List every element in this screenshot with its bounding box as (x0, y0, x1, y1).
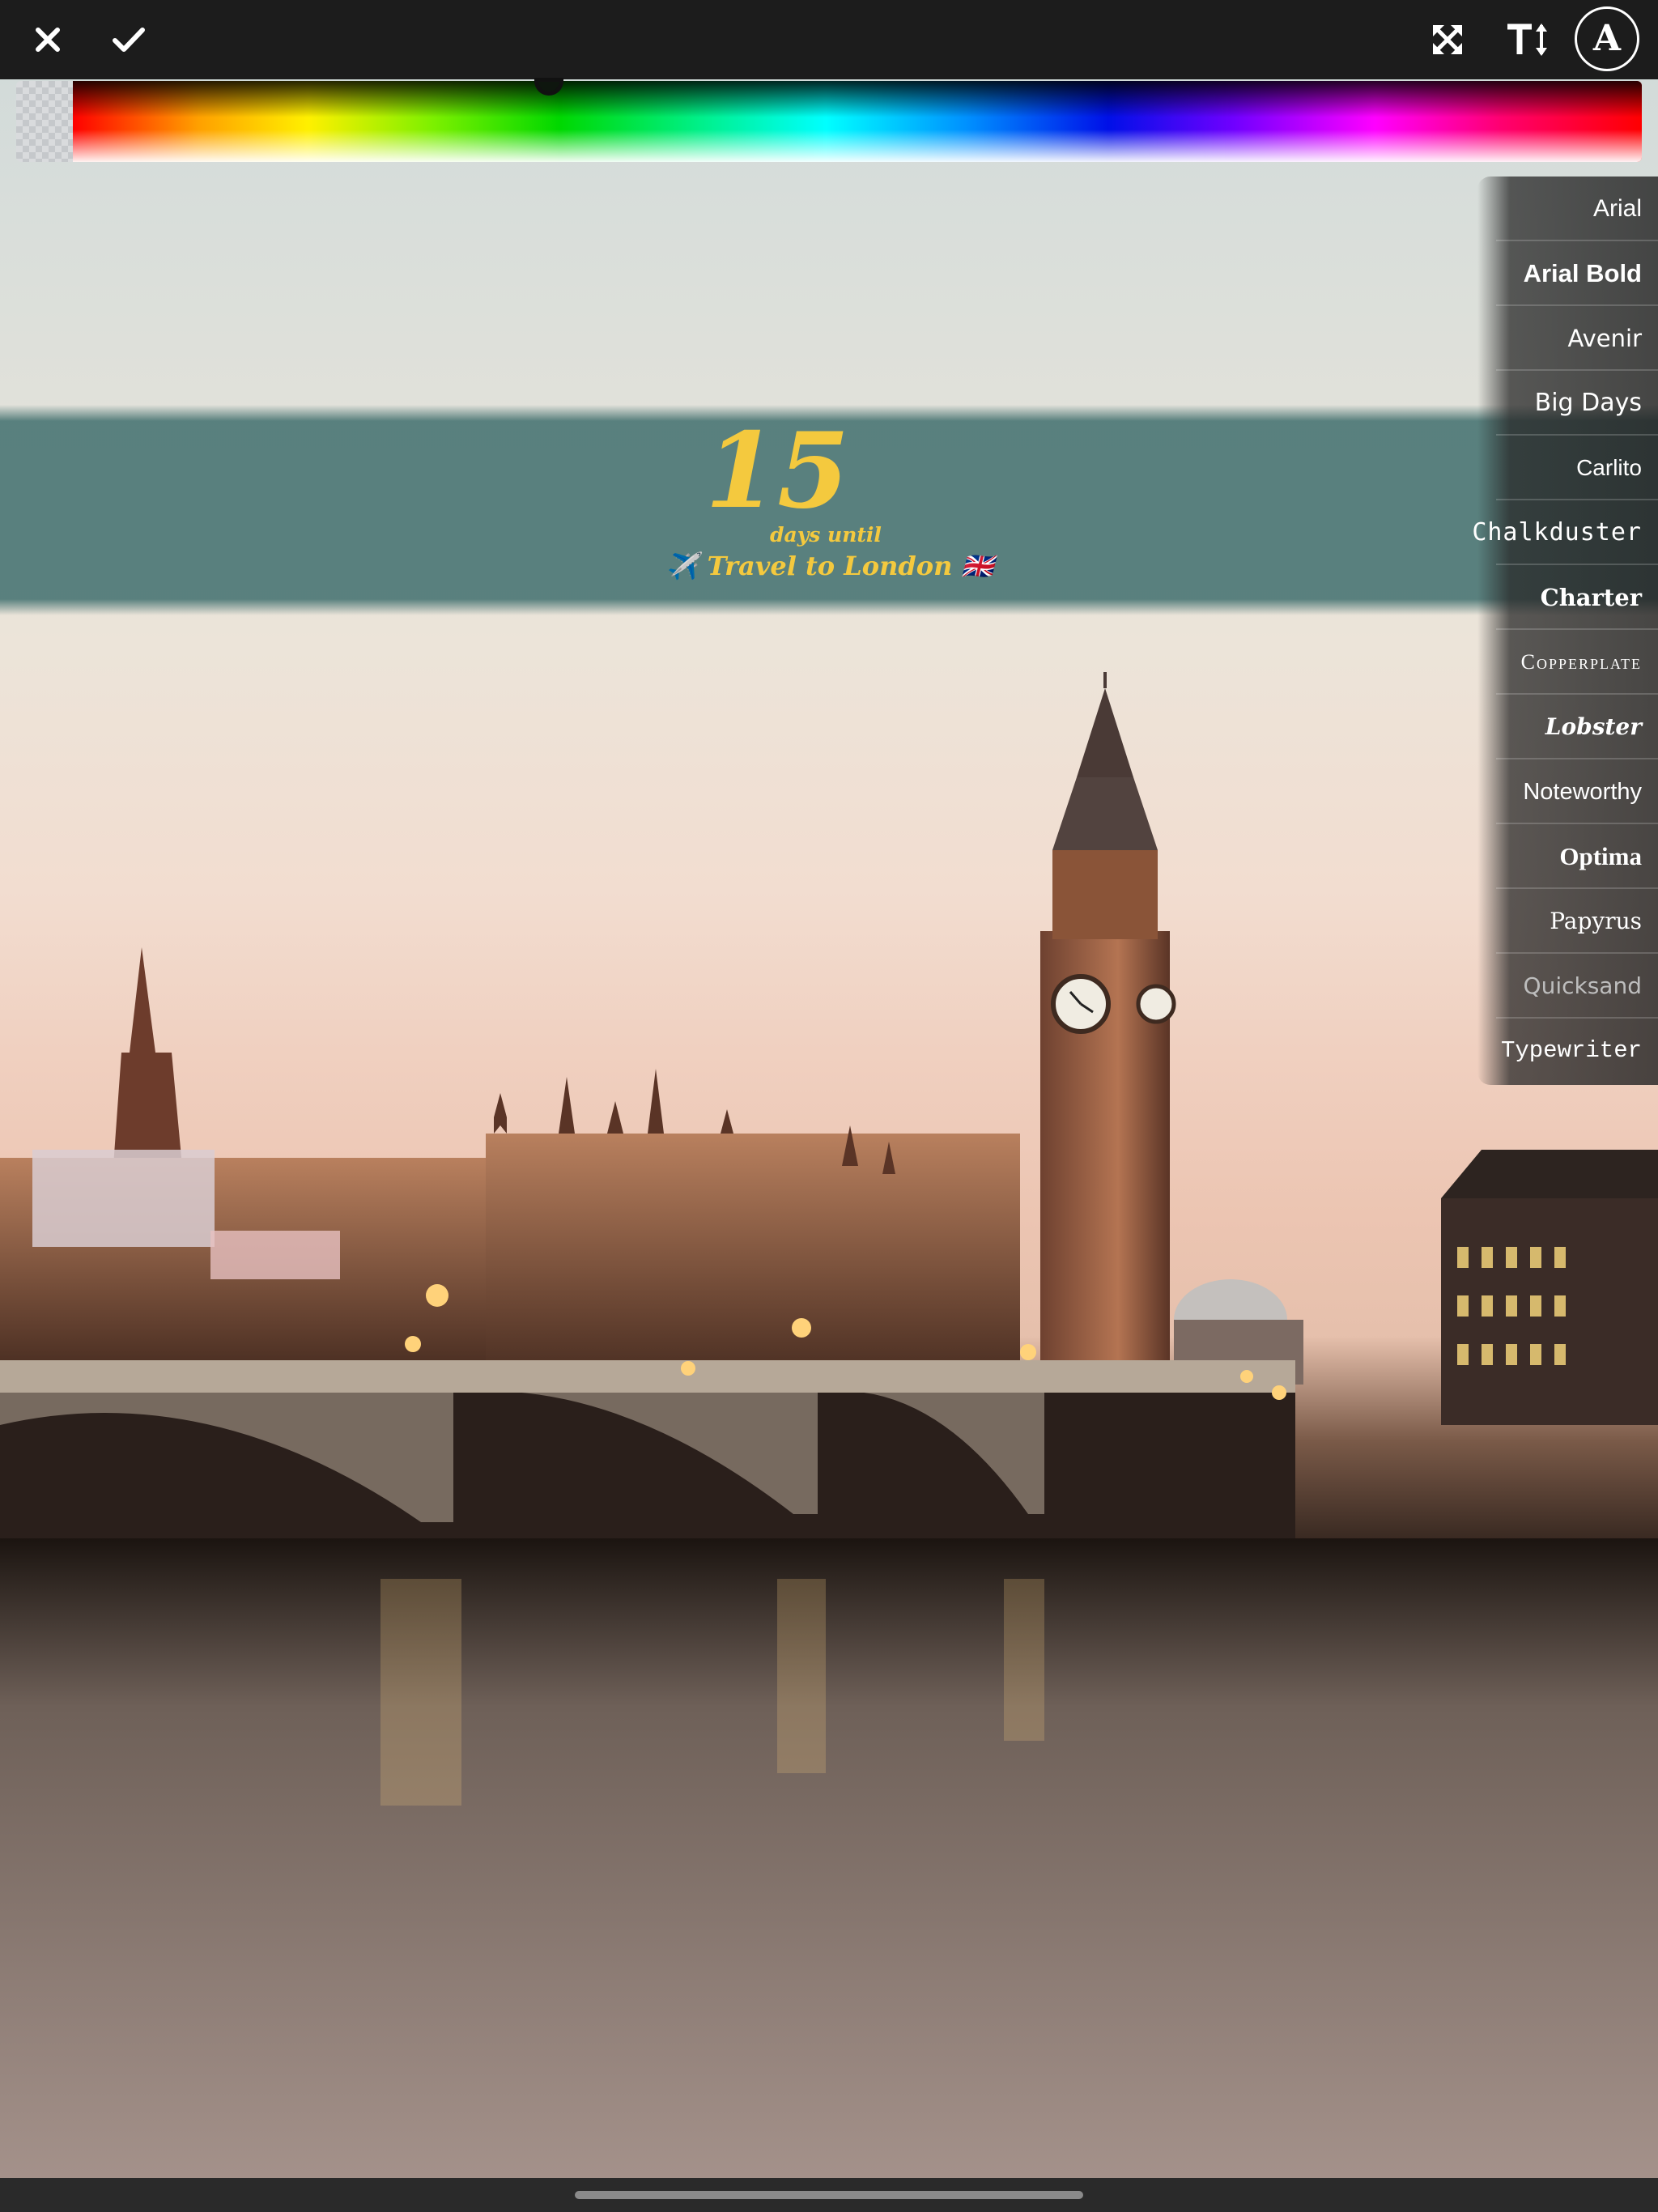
font-option-label: Optima (1559, 842, 1642, 870)
font-option-optima[interactable]: Optima (1496, 824, 1658, 889)
countdown-caption: days until (770, 523, 882, 547)
expand-arrows-icon (1433, 25, 1462, 54)
font-option-avenir[interactable]: Avenir (1496, 306, 1658, 371)
london-skyline-illustration (0, 672, 1658, 2212)
font-option-label: Arial Bold (1523, 259, 1642, 287)
countdown-number: 15 (704, 410, 850, 532)
font-option-papyrus[interactable]: Papyrus (1496, 889, 1658, 954)
text-size-icon (1507, 23, 1547, 56)
checkmark-icon (113, 28, 145, 52)
countdown-banner[interactable]: 15 days until ✈️ Travel to London 🇬🇧 (0, 405, 1658, 615)
font-option-label: Noteworthy (1523, 779, 1642, 805)
font-option-copperplate[interactable]: Copperplate (1496, 630, 1658, 695)
font-option-label: Carlito (1576, 455, 1642, 480)
font-option-charter[interactable]: Charter (1496, 565, 1658, 630)
font-option-label: Charter (1540, 584, 1642, 611)
done-button[interactable] (100, 11, 157, 68)
font-option-arial-bold[interactable]: Arial Bold (1496, 241, 1658, 306)
home-indicator[interactable] (575, 2191, 1083, 2199)
font-option-chalkduster[interactable]: Chalkduster (1472, 500, 1658, 565)
font-option-noteworthy[interactable]: Noteworthy (1496, 759, 1658, 824)
color-picker-bar[interactable] (16, 81, 1642, 162)
font-option-label: Copperplate (1520, 650, 1642, 674)
font-option-label: Typewriter (1500, 1037, 1642, 1064)
font-option-label: Chalkduster (1472, 518, 1642, 547)
font-option-label: Big Days (1534, 389, 1642, 417)
top-toolbar: A (0, 0, 1658, 79)
font-option-lobster[interactable]: Lobster (1496, 695, 1658, 759)
expand-button[interactable] (1419, 11, 1476, 68)
font-menu: Arial Arial Bold Avenir Big Days Carlito… (1472, 177, 1658, 1085)
font-option-label: Arial (1592, 195, 1642, 222)
font-option-label: Avenir (1567, 325, 1642, 352)
bottom-bar (0, 2178, 1658, 2212)
color-spectrum[interactable] (73, 81, 1642, 162)
font-button[interactable]: A (1575, 6, 1639, 71)
font-button-label: A (1592, 18, 1622, 59)
font-option-quicksand[interactable]: Quicksand (1496, 954, 1658, 1019)
font-option-label: Papyrus (1550, 908, 1642, 934)
close-button[interactable] (19, 11, 76, 68)
font-option-label: Quicksand (1523, 972, 1642, 999)
transparent-color-swatch[interactable] (16, 81, 73, 162)
text-size-button[interactable] (1499, 11, 1556, 68)
font-option-typewriter[interactable]: Typewriter (1496, 1019, 1658, 1083)
background-photo (0, 0, 1658, 2212)
font-option-carlito[interactable]: Carlito (1496, 436, 1658, 500)
event-title: ✈️ Travel to London 🇬🇧 (665, 551, 994, 581)
font-option-arial[interactable]: Arial (1496, 177, 1658, 241)
font-option-big-days[interactable]: Big Days (1496, 371, 1658, 436)
font-option-label: Lobster (1545, 713, 1642, 740)
close-x-icon (36, 28, 60, 52)
